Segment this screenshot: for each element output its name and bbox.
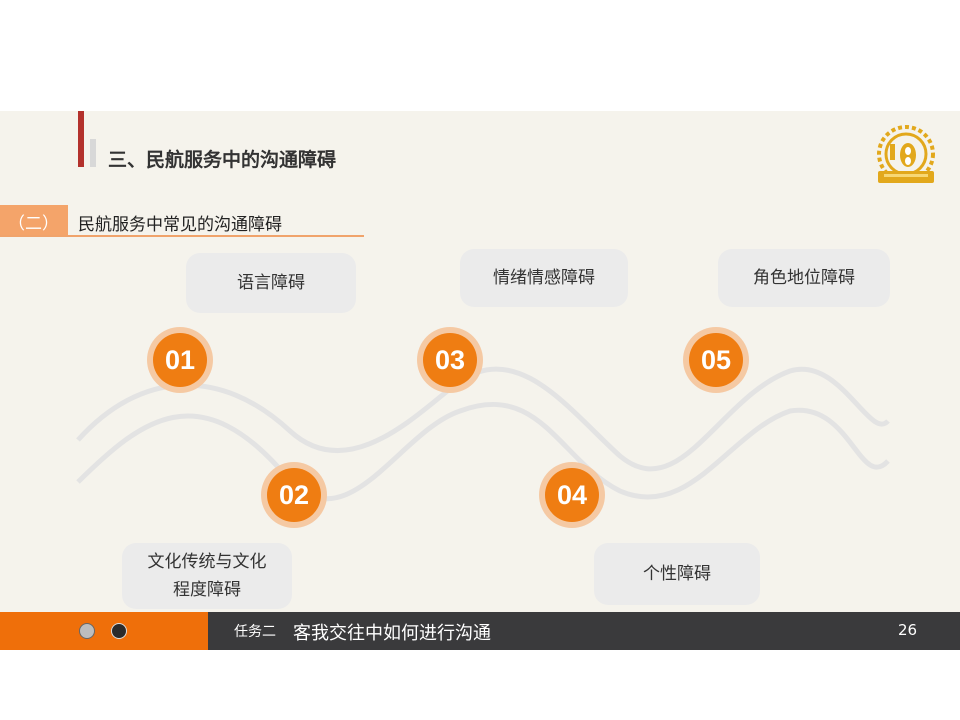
number-badge-05: 05 (683, 327, 749, 393)
number-badge-03: 03 (417, 327, 483, 393)
footer-title: 客我交往中如何进行沟通 (293, 623, 491, 644)
slide-canvas: 三、民航服务中的沟通障碍 （二） 民航服务中常见的沟通障碍 语言障碍 情绪情感障… (0, 111, 960, 650)
number-badge-01: 01 (147, 327, 213, 393)
number-text-02: 02 (267, 468, 321, 522)
footer-task-label: 任务二 (234, 624, 276, 640)
page-number: 26 (898, 621, 918, 639)
obstacle-label-02-line2: 程度障碍 (173, 580, 241, 600)
number-text-03: 03 (423, 333, 477, 387)
obstacle-label-01: 语言障碍 (237, 273, 305, 293)
obstacle-bubble-03: 情绪情感障碍 (460, 249, 628, 307)
footer-accent (0, 612, 208, 650)
gray-dot-icon (79, 623, 95, 639)
obstacle-bubble-05: 角色地位障碍 (718, 249, 890, 307)
obstacle-label-05: 角色地位障碍 (753, 268, 855, 288)
number-text-05: 05 (689, 333, 743, 387)
number-badge-02: 02 (261, 462, 327, 528)
number-text-04: 04 (545, 468, 599, 522)
obstacle-label-03: 情绪情感障碍 (493, 268, 595, 288)
number-badge-04: 04 (539, 462, 605, 528)
obstacle-label-02-line1: 文化传统与文化 (147, 552, 267, 572)
number-text-01: 01 (153, 333, 207, 387)
obstacle-bubble-01: 语言障碍 (186, 253, 356, 313)
obstacle-label-04: 个性障碍 (643, 564, 711, 584)
obstacle-bubble-02: 文化传统与文化 程度障碍 (122, 543, 292, 609)
obstacle-bubble-04: 个性障碍 (594, 543, 760, 605)
dark-dot-icon (111, 623, 127, 639)
